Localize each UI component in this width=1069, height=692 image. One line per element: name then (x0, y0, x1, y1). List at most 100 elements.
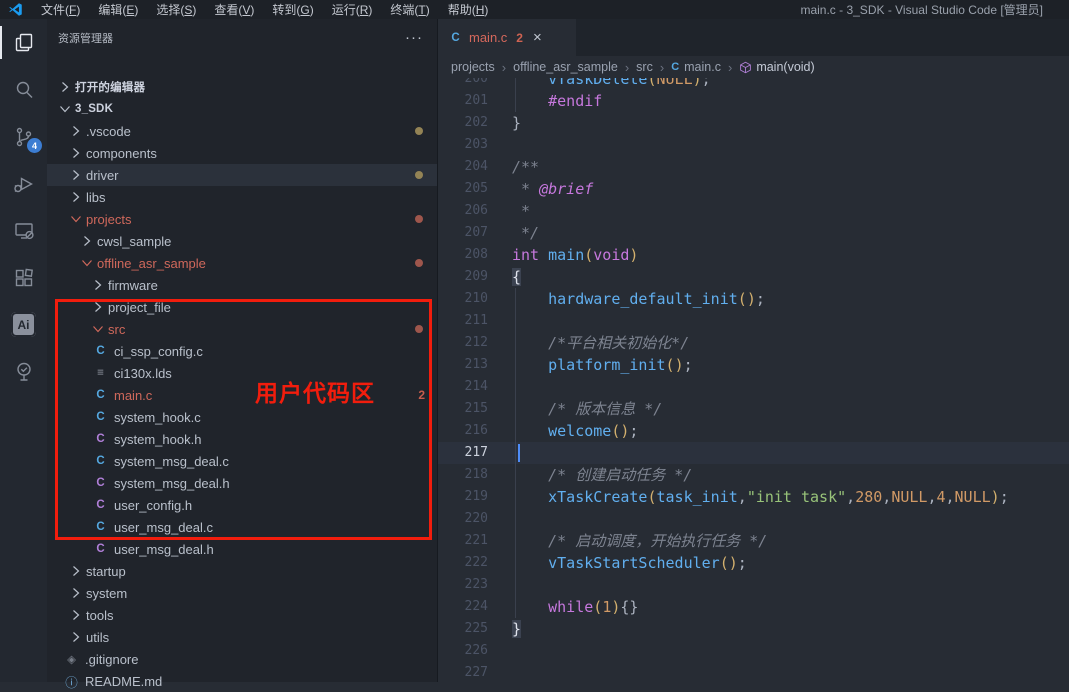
code-line-221[interactable]: 221 /* 启动调度，开始执行任务 */ (438, 530, 1069, 552)
tree-item-firmware[interactable]: firmware (47, 274, 437, 296)
tab-main-c[interactable]: C main.c 2 × (438, 19, 576, 56)
code-text: * (512, 200, 530, 222)
tree-item-label: cwsl_sample (97, 234, 171, 249)
code-line-219[interactable]: 219 xTaskCreate(task_init,"init task",28… (438, 486, 1069, 508)
git-modified-dot (415, 325, 423, 333)
ai-extension-icon[interactable]: Ai (0, 301, 47, 348)
code-line-223[interactable]: 223 (438, 574, 1069, 596)
code-line-210[interactable]: 210 hardware_default_init(); (438, 288, 1069, 310)
tree-item-src[interactable]: src (47, 318, 437, 340)
tree-item-label: .gitignore (85, 652, 138, 667)
explorer-icon[interactable] (0, 19, 47, 66)
tree-item-cwsl_sample[interactable]: cwsl_sample (47, 230, 437, 252)
code-text: /*平台相关初始化*/ (512, 332, 689, 354)
tree-item-system_msg_deal.c[interactable]: Csystem_msg_deal.c (47, 450, 437, 472)
code-line-208[interactable]: 208int main(void) (438, 244, 1069, 266)
code-line-200[interactable]: 200 vTaskDelete(NULL); (438, 78, 1069, 90)
code-line-202[interactable]: 202} (438, 112, 1069, 134)
tree-item-project_file[interactable]: project_file (47, 296, 437, 318)
breadcrumb-item-src[interactable]: src (636, 60, 653, 74)
breadcrumb-item-main-c[interactable]: C main.c (671, 60, 721, 74)
code-line-215[interactable]: 215 /* 版本信息 */ (438, 398, 1069, 420)
code-line-226[interactable]: 226 (438, 640, 1069, 662)
menu-item-6[interactable]: 终端(T) (381, 0, 438, 19)
code-lines: 200 vTaskDelete(NULL);201 #endif202}2032… (438, 78, 1069, 682)
code-line-227[interactable]: 227 (438, 662, 1069, 682)
todo-tree-icon[interactable] (0, 348, 47, 395)
menu-item-4[interactable]: 转到(G) (263, 0, 322, 19)
tree-item-components[interactable]: components (47, 142, 437, 164)
tree-item-system_msg_deal.h[interactable]: Csystem_msg_deal.h (47, 472, 437, 494)
menu-item-2[interactable]: 选择(S) (147, 0, 205, 19)
code-line-205[interactable]: 205 * @brief (438, 178, 1069, 200)
code-line-216[interactable]: 216 welcome(); (438, 420, 1069, 442)
source-control-icon[interactable]: 4 (0, 113, 47, 160)
tree-item-system_hook.c[interactable]: Csystem_hook.c (47, 406, 437, 428)
code-line-211[interactable]: 211 (438, 310, 1069, 332)
tree-item-user_config.h[interactable]: Cuser_config.h (47, 494, 437, 516)
code-line-222[interactable]: 222 vTaskStartScheduler(); (438, 552, 1069, 574)
code-line-203[interactable]: 203 (438, 134, 1069, 156)
tree-item-main.c[interactable]: Cmain.c2 (47, 384, 437, 406)
code-line-212[interactable]: 212 /*平台相关初始化*/ (438, 332, 1069, 354)
tree-item-label: ci130x.lds (114, 366, 172, 381)
chevron-right-icon (68, 145, 84, 161)
tree-item-utils[interactable]: utils (47, 626, 437, 648)
code-line-217[interactable]: 217 (438, 442, 1069, 464)
code-line-201[interactable]: 201 #endif (438, 90, 1069, 112)
line-number: 213 (438, 354, 488, 376)
menu-item-0[interactable]: 文件(F) (32, 0, 89, 19)
menu-item-3[interactable]: 查看(V) (205, 0, 263, 19)
sidebar-more-actions-button[interactable]: ··· (405, 33, 423, 43)
code-line-214[interactable]: 214 (438, 376, 1069, 398)
code-line-209[interactable]: 209{ (438, 266, 1069, 288)
code-line-206[interactable]: 206 * (438, 200, 1069, 222)
tree-item-ci_ssp_config.c[interactable]: Cci_ssp_config.c (47, 340, 437, 362)
tree-item-projects[interactable]: projects (47, 208, 437, 230)
tree-item-user_msg_deal.h[interactable]: Cuser_msg_deal.h (47, 538, 437, 560)
tree-item-tools[interactable]: tools (47, 604, 437, 626)
menu-item-1[interactable]: 编辑(E) (89, 0, 147, 19)
extensions-icon[interactable] (0, 254, 47, 301)
line-number: 218 (438, 464, 488, 486)
code-line-224[interactable]: 224 while(1){} (438, 596, 1069, 618)
code-text: int main(void) (512, 244, 638, 266)
tree-item-label: firmware (108, 278, 158, 293)
tree-item-.gitignore[interactable]: ◈.gitignore (47, 648, 437, 670)
tree-item-offline_asr_sample[interactable]: offline_asr_sample (47, 252, 437, 274)
breadcrumb-item-projects[interactable]: projects (451, 60, 495, 74)
tree-item-system[interactable]: system (47, 582, 437, 604)
menu-item-7[interactable]: 帮助(H) (439, 0, 498, 19)
code-editor[interactable]: 200 vTaskDelete(NULL);201 #endif202}2032… (438, 78, 1069, 682)
tree-item-libs[interactable]: libs (47, 186, 437, 208)
line-number: 217 (438, 442, 488, 464)
tree-item-.vscode[interactable]: .vscode (47, 120, 437, 142)
remote-explorer-icon[interactable] (0, 207, 47, 254)
breadcrumb-item-main-void[interactable]: main(void) (739, 60, 814, 74)
tree-item-3_SDK[interactable]: 3_SDK (47, 98, 437, 120)
code-line-218[interactable]: 218 /* 创建启动任务 */ (438, 464, 1069, 486)
breadcrumb-item-offline-asr-sample[interactable]: offline_asr_sample (513, 60, 618, 74)
search-icon[interactable] (0, 66, 47, 113)
tree-item--[interactable]: 打开的编辑器 (47, 76, 437, 98)
run-debug-icon[interactable] (0, 160, 47, 207)
h-file-icon: C (93, 543, 108, 555)
code-line-213[interactable]: 213 platform_init(); (438, 354, 1069, 376)
tree-item-README.md[interactable]: ⓘREADME.md (47, 670, 437, 692)
tree-item-system_hook.h[interactable]: Csystem_hook.h (47, 428, 437, 450)
code-line-207[interactable]: 207 */ (438, 222, 1069, 244)
c-file-icon: C (93, 345, 108, 357)
tree-item-ci130x.lds[interactable]: ≡ci130x.lds (47, 362, 437, 384)
tree-item-label: main.c (114, 388, 152, 403)
code-line-225[interactable]: 225} (438, 618, 1069, 640)
close-icon[interactable]: × (533, 29, 542, 46)
tree-item-driver[interactable]: driver (47, 164, 437, 186)
code-text: } (512, 112, 521, 134)
tree-item-startup[interactable]: startup (47, 560, 437, 582)
menu-item-5[interactable]: 运行(R) (323, 0, 382, 19)
tree-item-user_msg_deal.c[interactable]: Cuser_msg_deal.c (47, 516, 437, 538)
code-line-204[interactable]: 204/** (438, 156, 1069, 178)
code-text: platform_init(); (512, 354, 693, 376)
code-text: xTaskCreate(task_init,"init task",280,NU… (512, 486, 1009, 508)
code-line-220[interactable]: 220 (438, 508, 1069, 530)
